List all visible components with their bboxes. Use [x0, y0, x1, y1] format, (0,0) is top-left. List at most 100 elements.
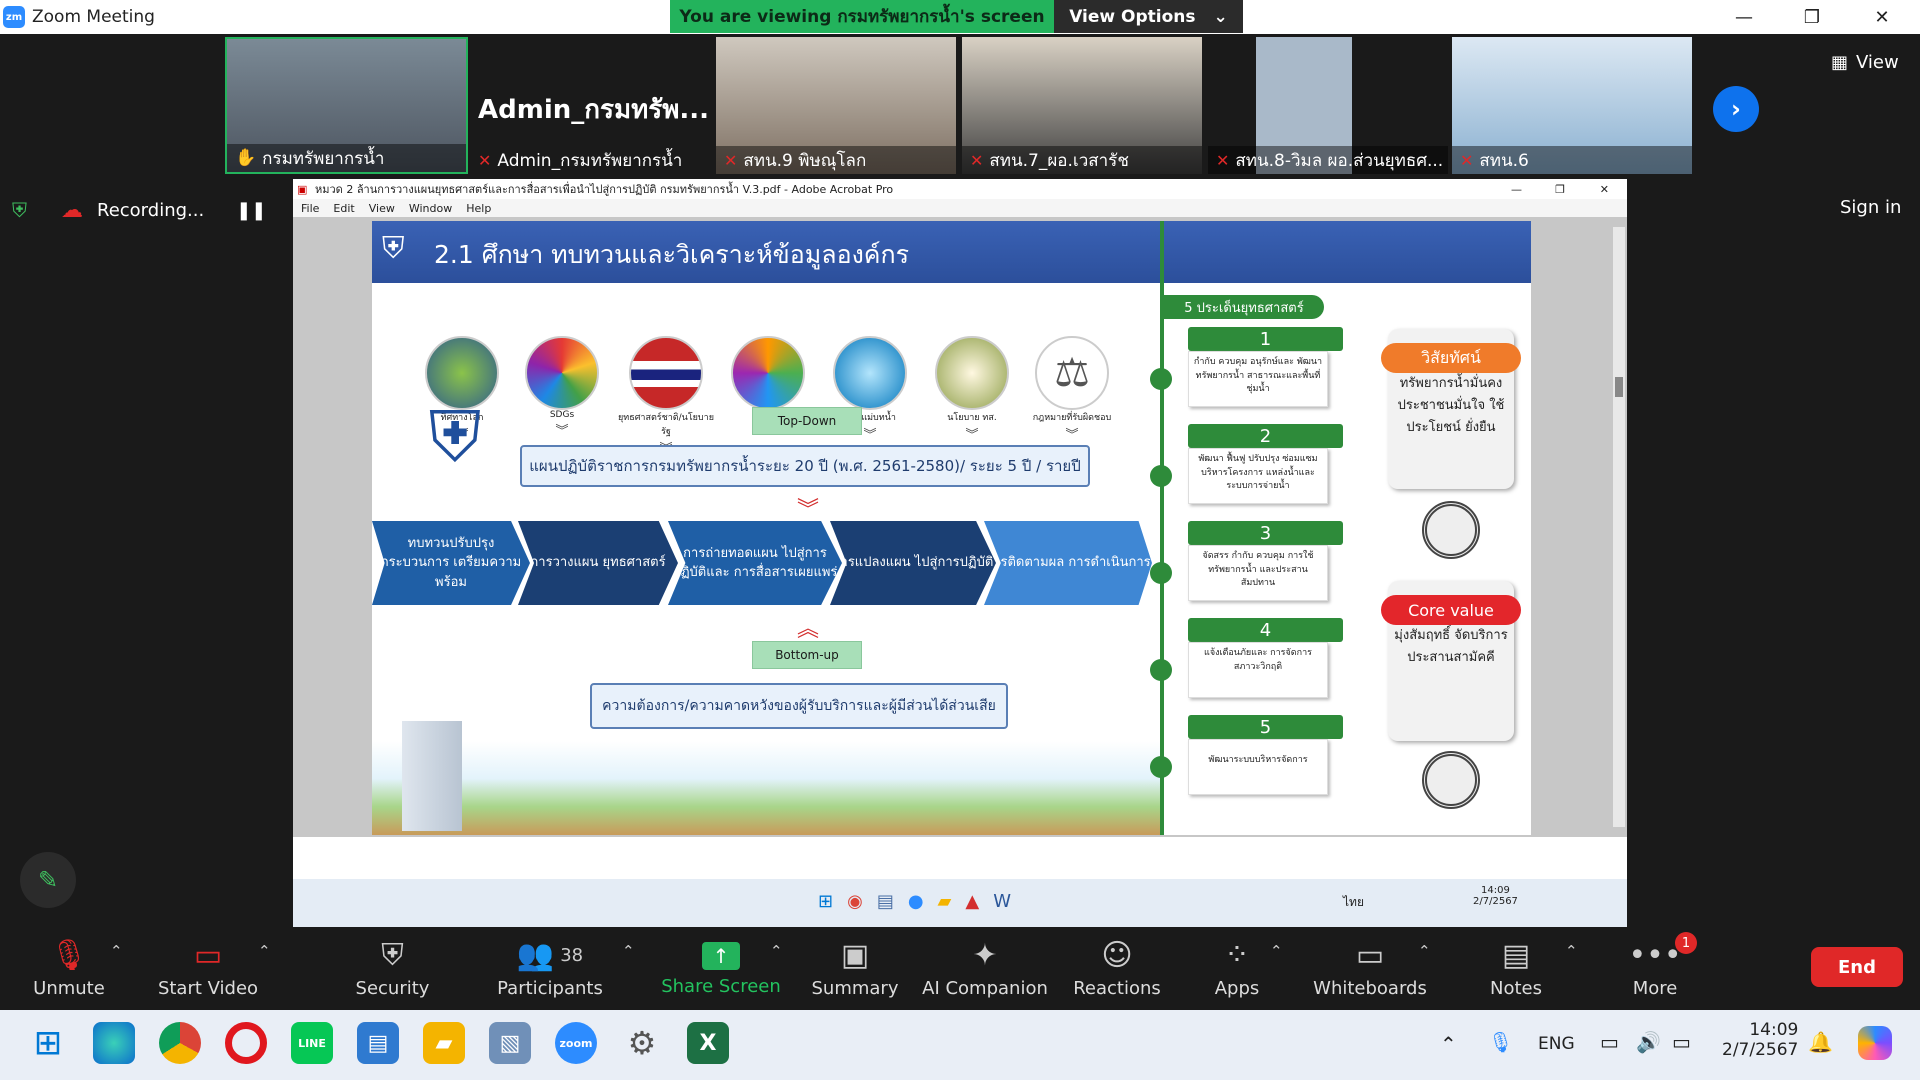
windows-taskbar: ⊞ LINE ▤ ▰ ▧ zoom ⚙ X ⌃ 🎙 ENG ▭ 🔊 ▭ 14:0…	[0, 1010, 1920, 1080]
spiral-icon	[1422, 751, 1480, 809]
input-item: นโยบาย ทส. ︾	[922, 336, 1022, 443]
process-step-2: การวางแผน ยุทธศาสตร์	[518, 521, 678, 605]
network-icon[interactable]: ▭	[1600, 1030, 1619, 1054]
sparkle-icon: ✦	[972, 937, 998, 973]
notepad-icon[interactable]: ▤	[357, 1022, 399, 1064]
participant-name: สทน.7_ผอ.เวสารัช	[989, 150, 1129, 171]
shared-taskbar-apps: ⊞ ◉ ▤ ● ▰ ▲ W	[818, 891, 1011, 912]
participants-caret[interactable]: ⌃	[622, 942, 635, 960]
timeline-dot	[1150, 368, 1172, 390]
tray-overflow-icon[interactable]: ⌃	[1440, 1032, 1457, 1056]
unmute-label: Unmute	[33, 977, 105, 999]
minimize-button[interactable]: —	[1711, 0, 1777, 34]
chrome-icon[interactable]	[159, 1022, 201, 1064]
edge-icon[interactable]	[93, 1022, 135, 1064]
security-button[interactable]: ⛨ Security	[340, 928, 445, 1010]
ministry-seal-icon	[935, 336, 1009, 410]
view-options-button[interactable]: View Options ⌄	[1054, 0, 1243, 33]
settings-icon[interactable]: ⚙	[621, 1022, 663, 1064]
issues-title: 5 ประเด็นยุทธศาสตร์	[1164, 295, 1324, 319]
menu-help[interactable]: Help	[466, 202, 491, 215]
view-button[interactable]: ▦ View	[1831, 52, 1899, 73]
annotate-button[interactable]: ✎	[20, 852, 76, 908]
excel-icon[interactable]: X	[687, 1022, 729, 1064]
scroll-thumb[interactable]	[1615, 377, 1623, 397]
apps-icon: ⁘	[1224, 937, 1250, 973]
participant-tile[interactable]: ✕ สทน.7_ผอ.เวสารัช	[962, 37, 1202, 174]
participant-tile[interactable]: ✋ กรมทรัพยากรน้ำ	[225, 37, 468, 174]
windows-start-icon: ⊞	[818, 891, 834, 912]
language-indicator[interactable]: ENG	[1538, 1034, 1575, 1054]
process-step-3: การถ่ายทอดแผน ไปสู่การปฏิบัติและ การสื่อ…	[668, 521, 842, 605]
acrobat-close-button[interactable]: ✕	[1600, 183, 1609, 196]
pause-recording-button[interactable]: ❚❚	[236, 200, 266, 221]
end-meeting-button[interactable]: End	[1811, 947, 1903, 987]
participant-tile[interactable]: Admin_กรมทรัพ... ✕ Admin_กรมทรัพยากรน้ำ	[470, 37, 710, 174]
participants-button[interactable]: 👥 38 Participants	[490, 928, 610, 1010]
video-options-caret[interactable]: ⌃	[258, 942, 271, 960]
mic-tray-icon[interactable]: 🎙	[1488, 1030, 1513, 1054]
apps-caret[interactable]: ⌃	[1270, 942, 1283, 960]
slide: ⛨ 2.1 ศึกษา ทบทวนและวิเคราะห์ข้อมูลองค์ก…	[372, 221, 1531, 835]
line-icon[interactable]: LINE	[291, 1022, 333, 1064]
plan-banner: แผนปฏิบัติราชการกรมทรัพยากรน้ำระยะ 20 ปี…	[520, 445, 1090, 487]
share-caret[interactable]: ⌃	[770, 942, 783, 960]
reactions-button[interactable]: ☺ Reactions	[1065, 928, 1169, 1010]
opera-icon[interactable]	[225, 1022, 267, 1064]
system-clock[interactable]: 14:09 2/7/2567	[1722, 1020, 1798, 1060]
input-label: ยุทธศาสตร์ชาติ/นโยบายรัฐ	[618, 413, 714, 437]
summary-button[interactable]: ▣ Summary	[805, 928, 905, 1010]
video-off-icon: ▭	[193, 937, 223, 973]
next-page-button[interactable]: ›	[1713, 86, 1759, 132]
chevron-right-icon: ›	[1731, 95, 1741, 123]
sign-in-button[interactable]: Sign in	[1840, 197, 1901, 218]
restore-button[interactable]: ❐	[1779, 0, 1845, 34]
share-screen-button[interactable]: ↑ Share Screen	[660, 928, 782, 1010]
issue-text: พัฒนาระบบบริหารจัดการ	[1188, 739, 1328, 795]
scrollbar[interactable]	[1613, 227, 1625, 827]
input-item: ยุทธศาสตร์ชาติ/นโยบายรัฐ︾	[616, 336, 716, 457]
copilot-icon[interactable]	[1858, 1026, 1892, 1060]
windows-start-icon[interactable]: ⊞	[27, 1022, 69, 1064]
ai-companion-button[interactable]: ✦ AI Companion	[920, 928, 1050, 1010]
file-explorer-icon[interactable]: ▰	[423, 1022, 465, 1064]
share-icon: ↑	[702, 941, 740, 970]
notification-bell-icon[interactable]: 🔔	[1808, 1030, 1833, 1054]
chevron-down-icon: ︾	[555, 424, 569, 439]
participant-name: กรมทรัพยากรน้ำ	[262, 148, 385, 169]
photos-icon[interactable]: ▧	[489, 1022, 531, 1064]
whiteboards-caret[interactable]: ⌃	[1418, 942, 1431, 960]
zoom-taskbar-icon[interactable]: zoom	[555, 1022, 597, 1064]
unmute-button[interactable]: 🎙 Unmute	[18, 928, 120, 1010]
volume-icon[interactable]: 🔊	[1636, 1030, 1661, 1054]
notes-caret[interactable]: ⌃	[1565, 942, 1578, 960]
menu-view[interactable]: View	[369, 202, 395, 215]
bottom-up-label: Bottom-up	[752, 641, 862, 669]
view-label: View	[1856, 52, 1899, 73]
participant-label: ✕ สทน.7_ผอ.เวสารัช	[962, 146, 1202, 174]
security-label: Security	[355, 977, 430, 999]
issue-number: 1	[1188, 327, 1343, 351]
recording-bar: ⛨ ☁ Recording... ❚❚ ■	[12, 190, 311, 230]
input-label: กฎหมายที่รับผิดชอบ	[1032, 413, 1112, 423]
participant-name: Admin_กรมทรัพยากรน้ำ	[497, 150, 683, 171]
menu-file[interactable]: File	[301, 202, 319, 215]
participant-tile[interactable]: ✕ สทน.8-วิมล ผอ.ส่วนยุทธศ...	[1208, 37, 1448, 174]
issue-number: 3	[1188, 521, 1343, 545]
menu-edit[interactable]: Edit	[333, 202, 354, 215]
menu-window[interactable]: Window	[409, 202, 452, 215]
close-button[interactable]: ✕	[1849, 0, 1915, 34]
pin-icon: ✋	[235, 148, 257, 168]
participant-tile[interactable]: ✕ สทน.6	[1452, 37, 1692, 174]
notes-button[interactable]: ▤ Notes	[1466, 928, 1566, 1010]
start-video-button[interactable]: ▭ Start Video	[150, 928, 266, 1010]
battery-icon[interactable]: ▭	[1672, 1030, 1691, 1054]
inputs-row: ทิศทางโลก ︾ SDGs ︾ ยุทธศาสตร์ชาติ/นโยบายรั…	[412, 336, 1162, 457]
acrobat-minimize-button[interactable]: —	[1511, 183, 1522, 196]
audio-options-caret[interactable]: ⌃	[110, 942, 123, 960]
apps-button[interactable]: ⁘ Apps	[1185, 928, 1289, 1010]
issue-number: 5	[1188, 715, 1343, 739]
participant-tile[interactable]: ✕ สทน.9 พิษณุโลก	[716, 37, 956, 174]
acrobat-restore-button[interactable]: ❐	[1555, 183, 1565, 196]
whiteboards-button[interactable]: ▭ Whiteboards	[1305, 928, 1435, 1010]
